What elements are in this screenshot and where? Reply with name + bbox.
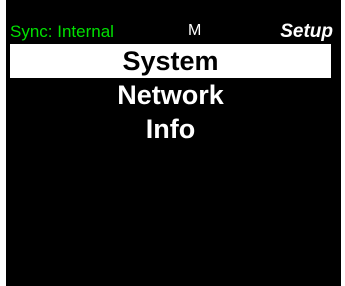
status-bar: Sync: Internal M Setup — [6, 0, 341, 44]
screen-title: Setup — [280, 21, 333, 42]
menu-item-info[interactable]: Info — [10, 112, 331, 146]
mode-indicator: M — [188, 22, 202, 39]
setup-menu: System Network Info — [6, 44, 341, 146]
menu-item-system[interactable]: System — [10, 44, 331, 78]
device-screen: Sync: Internal M Setup System Network In… — [6, 0, 341, 286]
menu-item-network[interactable]: Network — [10, 78, 331, 112]
sync-status: Sync: Internal — [10, 22, 114, 41]
